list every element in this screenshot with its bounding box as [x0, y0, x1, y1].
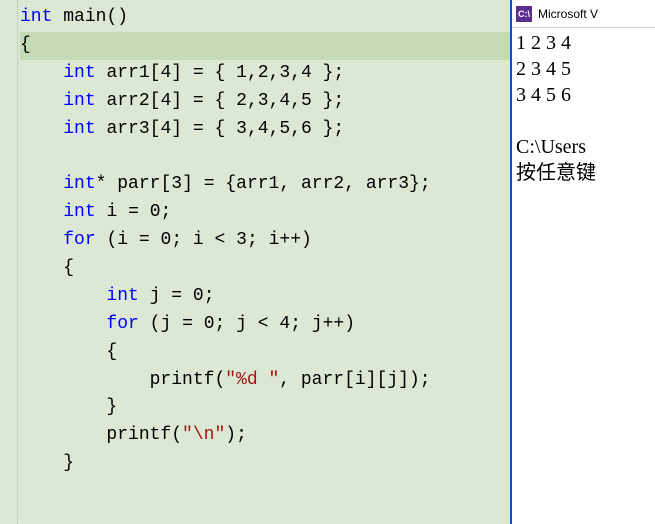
console-window: C:\ Microsoft V 1 2 3 4 2 3 4 5 3 4 5 6 … [510, 0, 655, 524]
code-line[interactable]: int main() [20, 4, 510, 32]
code-line[interactable]: int* parr[3] = {arr1, arr2, arr3}; [20, 171, 510, 199]
console-app-icon: C:\ [516, 6, 532, 22]
code-line[interactable]: { [20, 32, 510, 60]
editor-gutter [0, 0, 18, 524]
code-line[interactable]: int arr3[4] = { 3,4,5,6 }; [20, 116, 510, 144]
code-line[interactable]: { [20, 255, 510, 283]
code-line[interactable]: printf("\n"); [20, 422, 510, 450]
code-line[interactable]: int arr2[4] = { 2,3,4,5 }; [20, 88, 510, 116]
code-line[interactable]: int i = 0; [20, 199, 510, 227]
console-title: Microsoft V [538, 7, 598, 21]
console-output: 1 2 3 4 2 3 4 5 3 4 5 6 C:\Users 按任意键 [512, 28, 655, 524]
code-line[interactable]: int arr1[4] = { 1,2,3,4 }; [20, 60, 510, 88]
code-line[interactable]: printf("%d ", parr[i][j]); [20, 367, 510, 395]
console-titlebar[interactable]: C:\ Microsoft V [512, 0, 655, 28]
code-editor[interactable]: int main(){ int arr1[4] = { 1,2,3,4 }; i… [0, 0, 510, 524]
code-line[interactable]: } [20, 394, 510, 422]
code-area[interactable]: int main(){ int arr1[4] = { 1,2,3,4 }; i… [0, 4, 510, 478]
code-line[interactable]: int j = 0; [20, 283, 510, 311]
code-line[interactable]: { [20, 339, 510, 367]
code-line[interactable]: for (i = 0; i < 3; i++) [20, 227, 510, 255]
code-line[interactable] [20, 143, 510, 171]
code-line[interactable]: } [20, 450, 510, 478]
code-line[interactable]: for (j = 0; j < 4; j++) [20, 311, 510, 339]
